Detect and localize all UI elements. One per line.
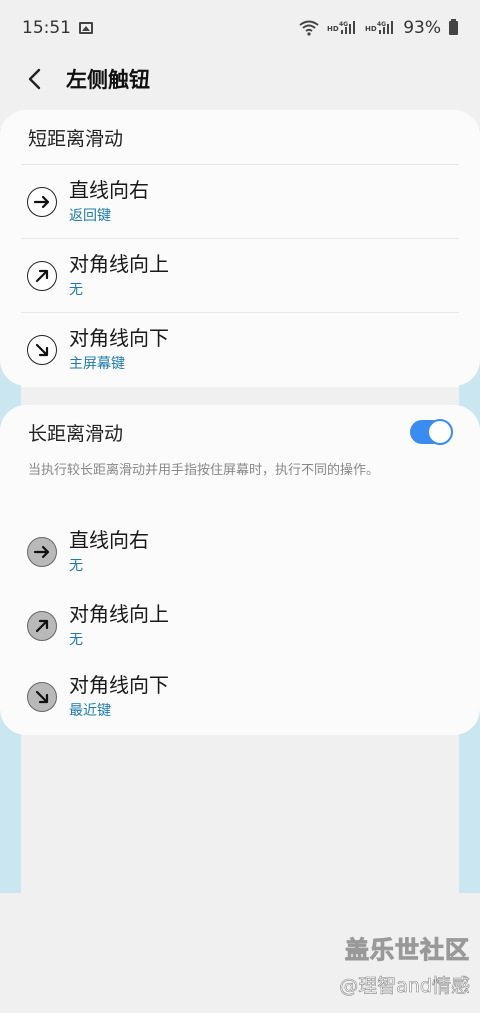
- arrow-down-right-icon: [27, 682, 57, 712]
- svg-text:HD: HD: [327, 25, 339, 33]
- short-swipe-item-straight-right[interactable]: 直线向右 返回键: [21, 165, 459, 239]
- long-swipe-item-straight-right[interactable]: 直线向右 无: [21, 515, 459, 589]
- short-swipe-item-diagonal-down[interactable]: 对角线向下 主屏幕键: [21, 313, 459, 387]
- page-title: 左侧触钮: [66, 68, 150, 92]
- status-bar: 15:51 HD 4G HD 4G 93%: [0, 0, 480, 56]
- status-left: 15:51: [22, 18, 93, 38]
- arrow-up-right-icon: [27, 260, 57, 291]
- item-value: 主屏幕键: [69, 356, 125, 372]
- row-text: 直线向右 无: [69, 527, 149, 577]
- item-label: 对角线向上: [69, 602, 169, 626]
- short-swipe-item-diagonal-up[interactable]: 对角线向上 无: [21, 239, 459, 313]
- item-value: 返回键: [69, 207, 111, 224]
- row-text: 对角线向下 最近键: [69, 672, 169, 722]
- row-text: 对角线向上 无: [69, 251, 169, 301]
- watermark-user: @理智and情感: [339, 975, 470, 998]
- chevron-left-icon[interactable]: [22, 67, 46, 91]
- row-text: 对角线向下 主屏幕键: [69, 325, 169, 375]
- long-swipe-description: 当执行较长距离滑动并用手指按住屏幕时，执行不同的操作。: [28, 463, 380, 478]
- arrow-right-icon: [27, 537, 57, 567]
- app-header: 左侧触钮: [0, 56, 480, 102]
- status-time: 15:51: [22, 18, 71, 38]
- item-label: 对角线向上: [69, 251, 169, 276]
- hd-4g-signal-icon: HD 4G: [365, 19, 395, 38]
- short-swipe-title: 短距离滑动: [28, 127, 124, 150]
- arrow-right-icon: [27, 186, 57, 217]
- long-swipe-item-diagonal-up[interactable]: 对角线向上 无: [21, 589, 459, 663]
- watermark: 盖乐世社区 @理智and情感: [339, 930, 470, 998]
- item-label: 对角线向下: [69, 326, 169, 350]
- svg-text:HD: HD: [365, 25, 377, 33]
- wifi-icon: [299, 20, 319, 36]
- arrow-down-right-icon: [27, 335, 57, 365]
- short-swipe-card: 短距离滑动 直线向右 返回键 对角线向上 无 对角线向下 主屏幕键: [0, 110, 480, 387]
- svg-text:4G: 4G: [339, 21, 348, 28]
- watermark-brand: 盖乐世社区: [345, 936, 470, 965]
- svg-text:4G: 4G: [377, 21, 386, 28]
- arrow-up-right-icon: [27, 611, 57, 641]
- hd-4g-signal-icon: HD 4G: [327, 19, 357, 38]
- item-value: 无: [69, 281, 83, 298]
- row-text: 对角线向上 无: [69, 601, 169, 651]
- long-swipe-title: 长距离滑动: [28, 422, 124, 445]
- long-swipe-card: 长距离滑动 当执行较长距离滑动并用手指按住屏幕时，执行不同的操作。 直线向右 无…: [0, 405, 480, 735]
- item-label: 直线向右: [69, 177, 149, 202]
- long-swipe-item-diagonal-down[interactable]: 对角线向下 最近键: [21, 660, 459, 734]
- image-icon: [79, 22, 93, 34]
- long-swipe-toggle-row[interactable]: 长距离滑动: [0, 405, 480, 459]
- item-value: 无: [69, 632, 83, 648]
- item-value: 无: [69, 558, 83, 574]
- item-label: 对角线向下: [69, 673, 169, 697]
- status-right: HD 4G HD 4G 93%: [299, 18, 458, 38]
- battery-percent: 93%: [403, 18, 441, 38]
- item-label: 直线向右: [69, 528, 149, 552]
- item-value: 最近键: [69, 703, 111, 719]
- long-swipe-toggle[interactable]: [410, 419, 453, 445]
- row-text: 直线向右 返回键: [69, 177, 149, 227]
- toggle-knob: [427, 419, 453, 445]
- battery-icon: [449, 19, 458, 35]
